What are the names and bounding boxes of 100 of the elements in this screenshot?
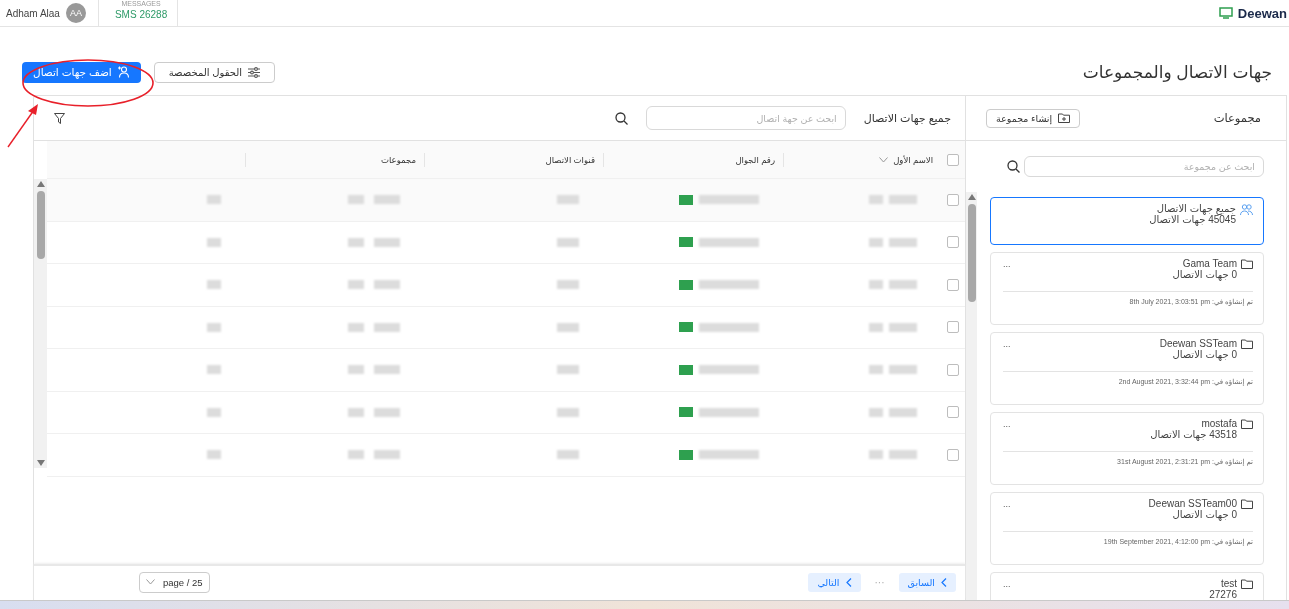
more-menu[interactable]: ... <box>1003 339 1011 349</box>
user-name: Adham Alaa <box>6 7 60 19</box>
contacts-count: 0 جهات الاتصال <box>1171 349 1237 360</box>
sliders-icon <box>248 66 261 78</box>
arrow-up-icon[interactable] <box>36 181 45 187</box>
group-name: Gama Team <box>1181 259 1237 270</box>
group-name: test <box>1219 579 1237 590</box>
column-header[interactable]: رقم الجوال <box>603 152 783 167</box>
scrollbar-thumb[interactable] <box>967 204 976 302</box>
arrow-down-icon[interactable] <box>36 460 45 466</box>
blurred-text <box>699 322 759 332</box>
row-checkbox[interactable] <box>947 406 959 419</box>
blurred-text <box>348 237 364 247</box>
contact-search-field[interactable]: ابحث عن جهة اتصال <box>645 106 846 130</box>
folder-icon <box>1241 419 1253 429</box>
blurred-text <box>699 365 759 375</box>
row-checkbox[interactable] <box>947 448 959 461</box>
blurred-text <box>557 322 579 332</box>
contacts-title: جميع جهات الاتصال <box>863 111 951 125</box>
group-name: Deewan SSTeam00 <box>1148 499 1237 510</box>
blurred-text <box>889 450 917 460</box>
select-all-checkbox[interactable] <box>947 153 959 166</box>
blurred-text <box>348 450 364 460</box>
add-contacts-button[interactable]: اضف جهات اتصال <box>22 61 141 83</box>
users-icon <box>1240 204 1253 216</box>
blurred-icon <box>679 407 693 418</box>
blurred-text <box>374 365 400 375</box>
filter-icon[interactable] <box>54 112 65 124</box>
more-menu[interactable]: ... <box>1003 499 1011 509</box>
blurred-text <box>348 365 364 375</box>
scrollbar-track[interactable] <box>966 192 977 600</box>
blurred-text <box>699 237 759 247</box>
blurred-text <box>699 450 759 460</box>
more-menu[interactable]: ... <box>1003 579 1011 589</box>
blurred-text <box>207 365 221 375</box>
chevron-down-icon[interactable] <box>879 156 889 163</box>
row-checkbox[interactable] <box>947 363 959 376</box>
more-menu[interactable]: ... <box>1003 419 1011 429</box>
groups-title: مجموعات <box>1213 111 1261 125</box>
blurred-text <box>557 450 579 460</box>
previous-button[interactable]: السابق <box>898 572 956 592</box>
blurred-text <box>374 322 400 332</box>
row-checkbox[interactable] <box>947 278 959 291</box>
blurred-text <box>889 322 917 332</box>
blurred-text <box>557 280 579 290</box>
group-name: جميع جهات الاتصال <box>1155 204 1236 215</box>
group-name: mostafa <box>1200 419 1237 430</box>
blurred-text <box>374 407 400 417</box>
page-title: جهات الاتصال والمجموعات <box>1082 61 1272 83</box>
column-header[interactable]: مجموعات <box>245 152 424 167</box>
blurred-text <box>207 407 221 417</box>
arrow-up-icon[interactable] <box>967 194 976 200</box>
search-icon[interactable] <box>614 111 628 125</box>
blurred-text <box>869 322 883 332</box>
next-button[interactable]: التالي <box>808 572 861 592</box>
row-checkbox[interactable] <box>947 321 959 334</box>
group-card[interactable]: جميع جهات الاتصال 45045 جهات الاتصال <box>990 197 1264 245</box>
chevron-down-icon <box>146 579 155 585</box>
blurred-text <box>889 407 917 417</box>
group-search-field[interactable]: ابحث عن مجموعة <box>1024 155 1264 177</box>
create-group-button[interactable]: إنشاء مجموعة <box>986 108 1081 128</box>
blurred-text <box>557 365 579 375</box>
custom-fields-button[interactable]: الحقول المخصصة <box>153 61 276 83</box>
blurred-text <box>869 365 883 375</box>
row-checkbox[interactable] <box>947 236 959 249</box>
blurred-icon <box>679 364 693 375</box>
blurred-text <box>869 237 883 247</box>
more-menu[interactable]: ... <box>1003 259 1011 269</box>
blurred-text <box>207 322 221 332</box>
contacts-count: 27276 <box>1209 589 1237 600</box>
blurred-text <box>699 407 759 417</box>
folder-icon <box>1241 499 1253 509</box>
contacts-count: 0 جهات الاتصال <box>1171 509 1237 520</box>
blurred-text <box>557 407 579 417</box>
blurred-icon <box>679 322 693 333</box>
scrollbar-track[interactable] <box>34 179 47 468</box>
chevron-icon <box>845 577 852 587</box>
column-header[interactable]: الاسم الأول <box>783 152 941 167</box>
blurred-text <box>699 280 759 290</box>
blurred-text <box>869 195 883 205</box>
search-icon[interactable] <box>1007 159 1020 173</box>
blurred-text <box>207 195 221 205</box>
add-user-icon <box>117 66 130 78</box>
blurred-text <box>374 237 400 247</box>
blurred-text <box>889 237 917 247</box>
sms-balance: SMS 26288 <box>114 8 168 22</box>
chevron-icon <box>941 577 947 587</box>
blurred-text <box>889 280 917 290</box>
page-size-select[interactable]: page / 25 <box>139 571 210 593</box>
scrollbar-thumb[interactable] <box>36 191 45 259</box>
brand-logo: Deewan <box>1237 5 1287 21</box>
blurred-text <box>348 280 364 290</box>
contacts-count: 43518 جهات الاتصال <box>1150 429 1237 440</box>
folder-plus-icon <box>1058 113 1071 123</box>
blurred-text <box>869 280 883 290</box>
column-header[interactable]: قنوات الاتصال <box>424 152 603 167</box>
blurred-text <box>207 450 221 460</box>
contacts-count: 0 جهات الاتصال <box>1172 269 1237 280</box>
blurred-text <box>348 407 364 417</box>
row-checkbox[interactable] <box>947 193 959 206</box>
